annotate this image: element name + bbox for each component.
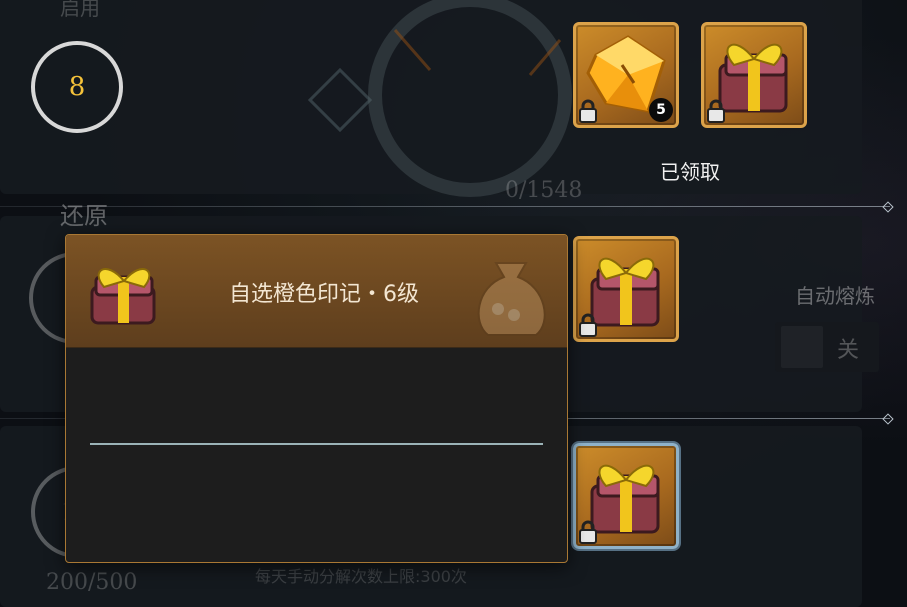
progress-text: 0/1548 xyxy=(505,178,583,203)
claimed-status: 已领取 xyxy=(660,160,720,184)
daily-limit-note: 每天手动分解次数上限:300次 xyxy=(255,567,467,586)
lock-icon xyxy=(707,99,725,123)
reward-slot-selected[interactable] xyxy=(573,443,679,549)
restore-label[interactable]: 还原 xyxy=(60,196,108,231)
item-tooltip: 自选橙色印记・6级 xyxy=(65,234,568,563)
tooltip-divider xyxy=(90,443,543,445)
lock-icon xyxy=(579,520,597,544)
auto-smelt-toggle[interactable]: 关 xyxy=(775,322,879,372)
gift-box-icon xyxy=(90,268,156,325)
item-count: 5 xyxy=(649,98,673,122)
level-badge: 8 xyxy=(31,41,123,133)
reward-slot[interactable]: 5 xyxy=(573,22,679,128)
tooltip-header: 自选橙色印记・6级 xyxy=(66,235,567,348)
reward-slot[interactable] xyxy=(573,236,679,342)
reward-slot[interactable] xyxy=(701,22,807,128)
top-cut-label: 启用 xyxy=(60,0,100,20)
level-number: 8 xyxy=(68,72,86,102)
money-bag-icon xyxy=(477,262,546,336)
progress-text: 200/500 xyxy=(46,570,138,595)
tooltip-title: 自选橙色印记・6级 xyxy=(229,282,419,307)
lock-icon xyxy=(579,99,597,123)
auto-smelt-label: 自动熔炼 xyxy=(795,284,875,308)
toggle-state: 关 xyxy=(837,338,860,363)
toggle-knob xyxy=(781,326,823,368)
lock-icon xyxy=(579,313,597,337)
